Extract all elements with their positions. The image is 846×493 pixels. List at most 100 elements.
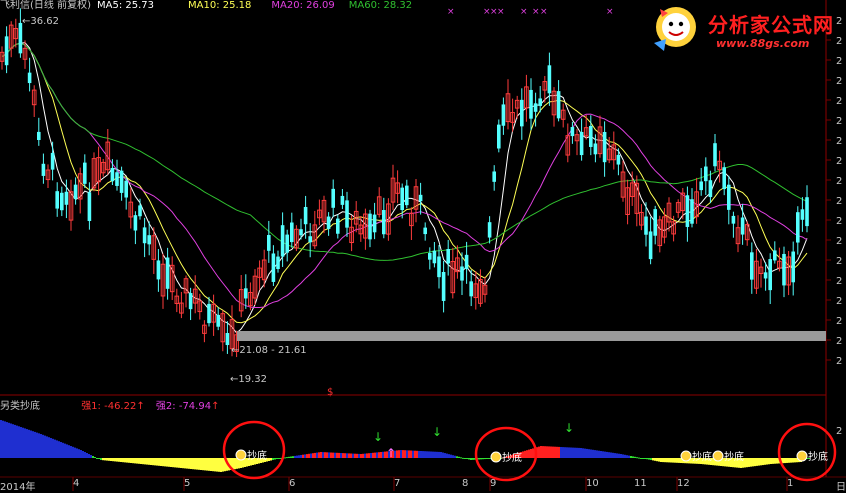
histogram-bar (568, 447, 570, 458)
candle-body-down (60, 192, 64, 211)
histogram-bar (644, 458, 646, 459)
buy-signal-icon (680, 450, 692, 462)
histogram-bar (666, 458, 668, 463)
histogram-bar (210, 458, 212, 471)
histogram-bar (132, 458, 134, 464)
histogram-bar (184, 458, 186, 469)
histogram-bar (374, 452, 376, 458)
y-tick-label: 2 (836, 96, 842, 107)
histogram-bar (212, 458, 214, 472)
histogram-bar (330, 452, 332, 458)
histogram-bar (26, 429, 28, 458)
candle-body-down (644, 216, 648, 235)
histogram-bar (676, 458, 678, 463)
histogram-bar (304, 454, 306, 458)
ma20-value: MA20: 26.09 (271, 0, 335, 11)
candle-body-down (538, 98, 542, 106)
histogram-bar (592, 449, 594, 458)
main-legend: 飞利信(日线 前复权) MA5: 25.73 MA10: 25.18 MA20: 26… (0, 0, 418, 12)
histogram-bar (332, 452, 334, 458)
candle-body-down (648, 231, 653, 260)
histogram-bar (56, 440, 58, 458)
histogram-bar (162, 458, 164, 467)
histogram-bar (268, 458, 270, 461)
histogram-bar (544, 446, 546, 458)
candle-body-down (529, 89, 533, 119)
histogram-bar (794, 458, 796, 463)
histogram-bar (68, 445, 70, 458)
histogram-bar (100, 458, 102, 460)
histogram-bar (52, 438, 54, 458)
histogram-bar (300, 455, 302, 458)
candle-body-down (589, 125, 593, 147)
histogram-bar (134, 458, 136, 464)
histogram-bar (34, 431, 36, 458)
y-tick-label: 2 (836, 256, 842, 267)
y-tick-label: 2 (836, 156, 842, 167)
histogram-bar (616, 453, 618, 458)
indicator-legend: 另类抄底 强1: -46.22↑ 强2: -74.94↑ (0, 397, 227, 412)
histogram-bar (434, 451, 436, 458)
histogram-bar (522, 451, 524, 458)
buy-signal-icon (490, 451, 502, 463)
candlestick-series (0, 8, 809, 358)
candle-body-down (382, 210, 386, 235)
histogram-bar (120, 458, 122, 462)
histogram-bar (462, 457, 464, 459)
histogram-bar (620, 454, 622, 458)
candle-body-down (368, 213, 372, 240)
candle-body-down (773, 250, 777, 261)
histogram-bar (324, 452, 326, 458)
histogram-bar (660, 458, 662, 462)
histogram-bar (656, 458, 658, 462)
y-tick-label: 2 (836, 356, 842, 367)
histogram-bar (606, 451, 608, 458)
histogram-bar (630, 456, 632, 458)
histogram-bar (672, 458, 674, 463)
site-logo: 分析家公式网 www.88gs.com (650, 3, 840, 55)
histogram-bar (430, 451, 432, 458)
histogram-bar (364, 453, 366, 458)
histogram-bar (372, 452, 374, 458)
histogram-bar (380, 452, 382, 458)
candle-body-down (83, 162, 87, 184)
histogram-bar (118, 458, 120, 462)
candle-body-down (690, 199, 694, 224)
histogram-bar (784, 458, 786, 464)
candle-body-down (331, 188, 335, 208)
candle-body-down (276, 256, 280, 270)
histogram-bar (472, 458, 474, 460)
candle-body-down (469, 281, 473, 297)
histogram-bar (16, 425, 18, 458)
histogram-bar (464, 458, 466, 459)
histogram-bar (448, 454, 450, 458)
candle-body-down (345, 200, 349, 228)
candle-body-down (782, 253, 786, 286)
histogram-bar (270, 458, 272, 461)
candle-body-down (713, 143, 717, 167)
histogram-bar (186, 458, 188, 469)
candle-body-down (492, 171, 496, 182)
histogram-bar (542, 446, 544, 458)
histogram-bar (482, 458, 484, 460)
histogram-bar (624, 454, 626, 458)
histogram-bar (460, 457, 462, 459)
y-tick-label: 2 (836, 236, 842, 247)
histogram-bar (662, 458, 664, 463)
x-axis-month: 9 (490, 478, 497, 489)
histogram-bar (618, 453, 620, 458)
candle-body-down (750, 252, 754, 280)
stock-title: 飞利信(日线 前复权) (0, 0, 91, 11)
histogram-bar (30, 430, 32, 458)
histogram-bar (640, 458, 642, 459)
candle-body-down (165, 257, 170, 289)
histogram-bar (284, 457, 286, 459)
histogram-bar (574, 447, 576, 458)
histogram-bar (638, 457, 640, 459)
histogram-bar (552, 446, 554, 458)
histogram-bar (790, 458, 792, 463)
candle-body-down (147, 235, 151, 245)
histogram-bar (416, 450, 418, 458)
candle-body-down (271, 253, 276, 282)
histogram-bar (748, 458, 750, 467)
